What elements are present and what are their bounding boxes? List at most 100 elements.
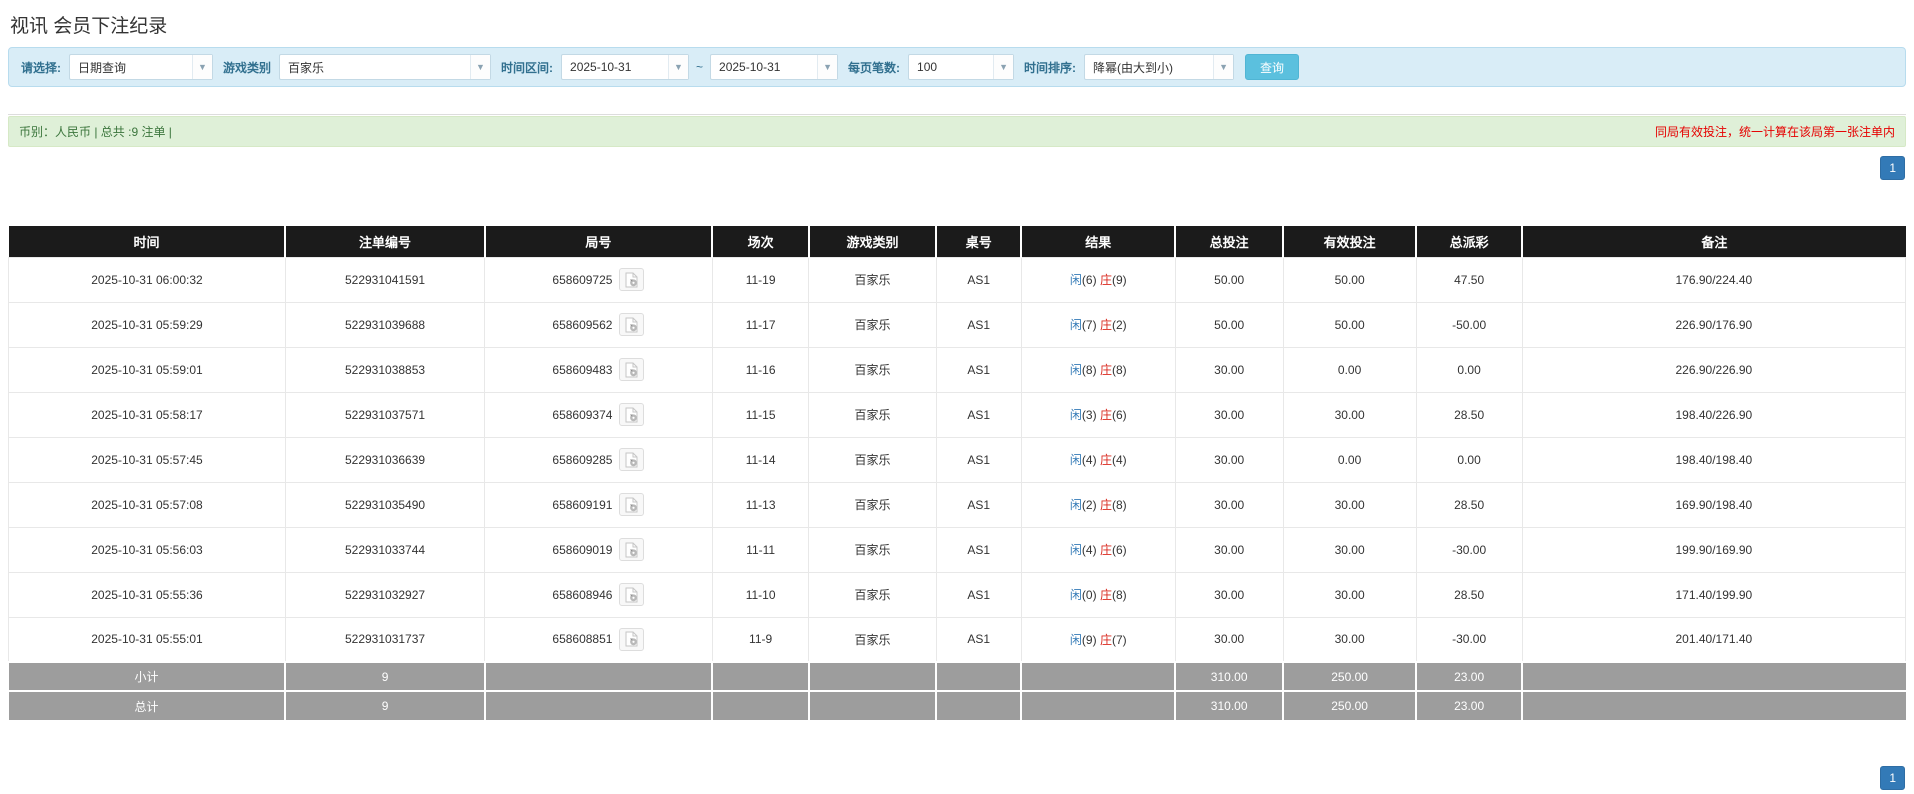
cell-bet-no: 522931033744 bbox=[284, 526, 486, 573]
video-record-icon[interactable] bbox=[619, 358, 645, 381]
round-number: 658609285 bbox=[552, 452, 613, 467]
video-record-icon[interactable] bbox=[619, 493, 645, 516]
page: 视讯 会员下注纪录 请选择: 日期查询 ▼ 游戏类别 百家乐 ▼ 时间区间: 2… bbox=[0, 0, 1914, 794]
cell-bet-no: 522931039688 bbox=[284, 301, 486, 348]
banker-result-label: 庄 bbox=[1099, 273, 1112, 287]
cell-valid-bet: 50.00 bbox=[1282, 301, 1417, 348]
cell-total-bet[interactable]: 30.00 bbox=[1174, 481, 1284, 528]
banker-result-value: (8) bbox=[1111, 363, 1127, 377]
player-result-label: 闲 bbox=[1069, 543, 1082, 557]
page-size-select[interactable]: 100 ▼ bbox=[908, 54, 1015, 80]
player-result-value: (0) bbox=[1081, 588, 1097, 602]
cell-remark: 201.40/171.40 bbox=[1521, 616, 1907, 663]
round-number: 658609483 bbox=[552, 362, 613, 377]
total-valid-bet: 250.00 bbox=[1283, 690, 1417, 720]
total-label: 总计 bbox=[8, 690, 287, 720]
query-type-select[interactable]: 日期查询 ▼ bbox=[69, 54, 213, 80]
valid-bet-notice: 同局有效投注，统一计算在该局第一张注单内 bbox=[1654, 125, 1895, 139]
cell-table-no: AS1 bbox=[935, 481, 1022, 528]
total-empty bbox=[712, 690, 810, 720]
cell-time: 2025-10-31 05:55:36 bbox=[8, 571, 286, 618]
date-to-select[interactable]: 2025-10-31 ▼ bbox=[710, 54, 839, 80]
video-record-icon[interactable] bbox=[619, 448, 645, 471]
banker-result-value: (2) bbox=[1111, 318, 1127, 332]
cell-payout: -30.00 bbox=[1415, 616, 1523, 663]
subtotal-empty bbox=[1522, 661, 1906, 691]
cell-total-bet[interactable]: 50.00 bbox=[1174, 256, 1284, 303]
table-row: 2025-10-31 05:59:29 522931039688 658609562… bbox=[8, 301, 1907, 348]
cell-bet-no: 522931035490 bbox=[284, 481, 486, 528]
video-record-icon[interactable] bbox=[619, 268, 645, 291]
pagination-top: 1 bbox=[9, 156, 1905, 180]
cell-total-bet[interactable]: 30.00 bbox=[1174, 346, 1284, 393]
cell-valid-bet: 30.00 bbox=[1282, 391, 1417, 438]
page-button[interactable]: 1 bbox=[1880, 766, 1905, 790]
round-number: 658608946 bbox=[552, 587, 613, 602]
cell-round-no: 658609285 bbox=[484, 436, 713, 483]
cell-result: 闲(4) 庄(4) bbox=[1020, 436, 1176, 483]
player-result-value: (7) bbox=[1081, 318, 1097, 332]
cell-remark: 198.40/198.40 bbox=[1521, 436, 1907, 483]
cell-game-type: 百家乐 bbox=[808, 616, 937, 663]
total-total-bet: 310.00 bbox=[1175, 690, 1285, 720]
subtotal-empty bbox=[936, 661, 1023, 691]
total-empty bbox=[484, 690, 714, 720]
cell-session: 11-15 bbox=[711, 391, 810, 438]
table-body: 2025-10-31 06:00:32 522931041591 658609725… bbox=[8, 256, 1907, 663]
cell-total-bet[interactable]: 30.00 bbox=[1174, 526, 1284, 573]
cell-total-bet[interactable]: 30.00 bbox=[1174, 571, 1284, 618]
video-record-icon[interactable] bbox=[619, 538, 645, 561]
page-button[interactable]: 1 bbox=[1880, 156, 1905, 180]
player-result-value: (2) bbox=[1081, 498, 1097, 512]
time-sort-select[interactable]: 降幂(由大到小) ▼ bbox=[1084, 54, 1235, 80]
cell-table-no: AS1 bbox=[935, 256, 1022, 303]
total-payout: 23.00 bbox=[1416, 690, 1524, 720]
banker-result-label: 庄 bbox=[1099, 408, 1112, 422]
player-result-value: (9) bbox=[1081, 632, 1097, 647]
game-type-select[interactable]: 百家乐 ▼ bbox=[279, 54, 492, 80]
cell-time: 2025-10-31 05:59:29 bbox=[8, 301, 286, 348]
cell-round-no: 658608946 bbox=[484, 571, 713, 618]
video-record-icon[interactable] bbox=[619, 627, 645, 651]
subtotal-label: 小计 bbox=[8, 661, 287, 691]
cell-bet-no: 522931036639 bbox=[284, 436, 486, 483]
game-type-label: 游戏类别 bbox=[223, 60, 272, 75]
divider bbox=[8, 114, 1906, 115]
cell-game-type: 百家乐 bbox=[808, 436, 937, 483]
cell-remark: 176.90/224.40 bbox=[1521, 256, 1907, 303]
date-to-value: 2025-10-31 bbox=[719, 60, 781, 74]
table-row: 2025-10-31 05:57:08 522931035490 658609191… bbox=[8, 481, 1907, 528]
cell-bet-no: 522931031737 bbox=[284, 616, 486, 663]
banker-result-label: 庄 bbox=[1099, 363, 1112, 377]
banker-result-value: (6) bbox=[1111, 543, 1127, 557]
round-number: 658609019 bbox=[552, 542, 613, 557]
cell-result: 闲(4) 庄(6) bbox=[1020, 526, 1176, 573]
search-button[interactable]: 查询 bbox=[1245, 54, 1300, 80]
table-row: 2025-10-31 05:59:01 522931038853 658609483… bbox=[8, 346, 1907, 393]
video-record-icon[interactable] bbox=[619, 583, 645, 606]
total-empty bbox=[1522, 690, 1906, 720]
banker-result-label: 庄 bbox=[1099, 588, 1112, 602]
cell-total-bet[interactable]: 30.00 bbox=[1174, 391, 1284, 438]
cell-total-bet[interactable]: 50.00 bbox=[1174, 301, 1284, 348]
cell-session: 11-10 bbox=[711, 571, 810, 618]
cell-total-bet[interactable]: 30.00 bbox=[1174, 436, 1284, 483]
table-row: 2025-10-31 05:56:03 522931033744 658609019… bbox=[8, 526, 1907, 573]
cell-table-no: AS1 bbox=[935, 346, 1022, 393]
date-from-select[interactable]: 2025-10-31 ▼ bbox=[561, 54, 690, 80]
total-count: 9 bbox=[285, 690, 486, 720]
currency-summary: 币别：人民币 | 总共 :9 注单 | bbox=[19, 125, 172, 139]
video-record-icon[interactable] bbox=[619, 313, 645, 336]
player-result-label: 闲 bbox=[1069, 588, 1082, 602]
cell-total-bet[interactable]: 30.00 bbox=[1174, 616, 1284, 663]
cell-bet-no: 522931041591 bbox=[284, 256, 486, 303]
table-row: 2025-10-31 05:57:45 522931036639 658609285… bbox=[8, 436, 1907, 483]
cell-game-type: 百家乐 bbox=[808, 256, 937, 303]
banker-result-value: (6) bbox=[1111, 408, 1127, 422]
time-sort-label: 时间排序: bbox=[1024, 60, 1077, 75]
cell-result: 闲(3) 庄(6) bbox=[1020, 391, 1176, 438]
chevron-down-icon: ▼ bbox=[993, 55, 1014, 79]
bet-records-table: 时间 注单编号 局号 场次 游戏类别 桌号 结果 总投注 有效投注 总派彩 备注… bbox=[8, 226, 1907, 720]
video-record-icon[interactable] bbox=[619, 403, 645, 426]
player-result-label: 闲 bbox=[1069, 363, 1082, 377]
